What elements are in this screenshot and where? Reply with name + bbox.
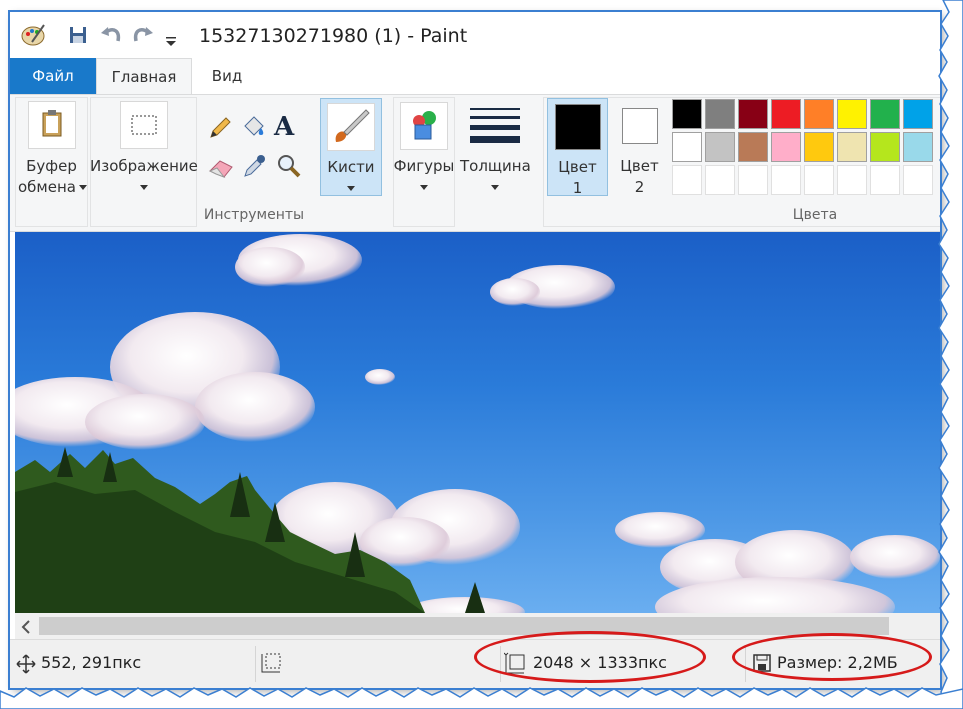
tools-group-label: Инструменты [203,207,305,223]
color2-label-2: 2 [634,178,645,196]
palette-color-swatch[interactable] [837,99,867,129]
color2-button[interactable]: Цвет 2 [611,98,668,196]
scroll-left-icon[interactable] [21,619,31,638]
colors-group-label: Цвета [792,207,838,223]
quick-access-dropdown-icon[interactable] [165,32,177,51]
clipboard-label-1: Буфер [26,157,77,175]
clipboard-icon [27,101,76,149]
color1-button[interactable]: Цвет 1 [547,98,608,197]
palette-custom-swatch[interactable] [837,165,867,195]
eraser-icon[interactable] [207,155,235,183]
color1-label-2: 1 [572,179,583,197]
clipboard-button[interactable]: Буфер обмена [15,98,88,208]
palette-color-swatch[interactable] [738,132,768,162]
ribbon-home: Буфер обмена Изображение A Инструменты К… [10,94,940,232]
palette-color-swatch[interactable] [771,99,801,129]
magnifier-icon[interactable] [276,153,302,183]
palette-color-swatch[interactable] [804,99,834,129]
brushes-button[interactable]: Кисти [320,98,382,196]
brushes-dropdown-arrow [347,186,355,191]
undo-icon[interactable] [100,25,122,49]
ribbon-tabs: Файл Главная Вид [10,58,940,94]
palette-custom-swatch[interactable] [771,165,801,195]
torn-edge-bottom [0,687,963,709]
palette-color-swatch[interactable] [870,132,900,162]
brushes-label: Кисти [327,158,375,176]
shapes-button[interactable]: Фигуры [393,98,455,208]
palette-color-swatch[interactable] [705,132,735,162]
fill-bucket-icon[interactable] [240,113,268,145]
image-dropdown-arrow [140,185,148,190]
annotation-oval-filesize [732,633,932,681]
pencil-icon[interactable] [207,115,233,145]
palette-custom-swatch[interactable] [804,165,834,195]
palette-color-swatch[interactable] [903,99,933,129]
palette-custom-swatch[interactable] [672,165,702,195]
palette-custom-swatch[interactable] [903,165,933,195]
palette-custom-swatch[interactable] [870,165,900,195]
tab-home[interactable]: Главная [96,58,192,94]
thickness-dropdown-arrow [491,185,499,190]
tab-view[interactable]: Вид [192,58,262,94]
palette-color-swatch[interactable] [738,99,768,129]
palette-color-swatch[interactable] [804,132,834,162]
annotation-oval-dimensions [474,631,706,683]
color-palette [672,99,940,199]
tab-file[interactable]: Файл [10,58,96,94]
text-tool-icon[interactable]: A [274,112,294,142]
selection-size-icon [260,650,284,678]
save-icon[interactable] [69,26,87,48]
palette-custom-swatch[interactable] [705,165,735,195]
palette-color-swatch[interactable] [771,132,801,162]
shapes-icon [400,102,448,150]
palette-color-swatch[interactable] [705,99,735,129]
clipboard-label-2: обмена [18,178,76,196]
color1-label-1: Цвет [558,158,597,176]
palette-custom-swatch[interactable] [738,165,768,195]
brush-icon [327,103,375,151]
cursor-position-icon [16,654,36,678]
thickness-icon [470,106,520,150]
palette-color-swatch[interactable] [903,132,933,162]
select-rectangle-icon [119,101,168,149]
thickness-button[interactable]: Толщина [460,98,531,208]
shapes-label: Фигуры [393,157,455,175]
thickness-label: Толщина [460,157,531,175]
color2-swatch [621,108,658,144]
status-separator [255,646,256,682]
image-button[interactable]: Изображение [90,98,198,208]
palette-color-swatch[interactable] [870,99,900,129]
drawing-canvas[interactable] [15,232,940,613]
shapes-dropdown-arrow [420,185,428,190]
palette-color-swatch[interactable] [837,132,867,162]
redo-icon[interactable] [132,25,154,49]
palette-color-swatch[interactable] [672,99,702,129]
image-label: Изображение [90,157,198,175]
sky-photo [15,234,940,613]
paint-window: 15327130271980 (1) - Paint Файл Главная … [10,12,940,688]
color2-label-1: Цвет [620,157,659,175]
title-bar: 15327130271980 (1) - Paint [10,12,940,58]
clipboard-dropdown-arrow [79,185,87,190]
color-picker-icon[interactable] [242,153,268,183]
cursor-position: 552, 291пкс [41,653,142,672]
window-title: 15327130271980 (1) - Paint [199,25,468,47]
palette-color-swatch[interactable] [672,132,702,162]
torn-edge-right [938,0,963,709]
scroll-thumb[interactable] [39,617,889,635]
paint-app-icon[interactable] [20,22,46,52]
color1-swatch [554,104,601,150]
